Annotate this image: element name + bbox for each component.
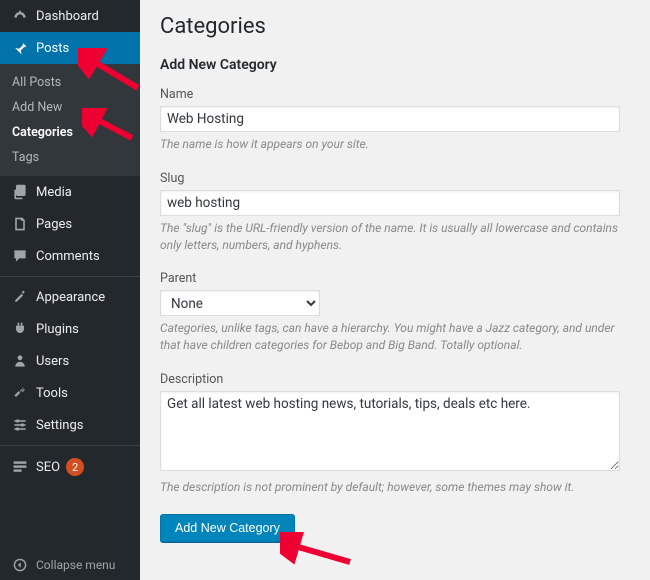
name-help: The name is how it appears on your site. — [160, 136, 620, 153]
description-field: Description The description is not promi… — [160, 372, 630, 496]
name-input[interactable] — [160, 106, 620, 132]
submenu-item-categories[interactable]: Categories — [0, 120, 140, 145]
sidebar-item-pages[interactable]: Pages — [0, 208, 140, 240]
sidebar-item-label: SEO — [36, 460, 60, 475]
appearance-icon — [10, 289, 30, 305]
posts-submenu: All Posts Add New Categories Tags — [0, 64, 140, 176]
submenu-item-add-new[interactable]: Add New — [0, 95, 140, 120]
sidebar-item-label: Appearance — [36, 290, 105, 305]
parent-label: Parent — [160, 271, 630, 286]
slug-input[interactable] — [160, 190, 620, 216]
sidebar-item-media[interactable]: Media — [0, 176, 140, 208]
sidebar-item-label: Settings — [36, 418, 83, 433]
sidebar-item-comments[interactable]: Comments — [0, 240, 140, 272]
collapse-label: Collapse menu — [36, 558, 115, 572]
sidebar-item-users[interactable]: Users — [0, 345, 140, 377]
media-icon — [10, 184, 30, 200]
parent-help: Categories, unlike tags, can have a hier… — [160, 320, 620, 354]
main-content: Categories Add New Category Name The nam… — [140, 0, 650, 580]
admin-sidebar: Dashboard Posts All Posts Add New Catego… — [0, 0, 140, 580]
plugins-icon — [10, 321, 30, 337]
parent-field: Parent None Categories, unlike tags, can… — [160, 271, 630, 354]
dashboard-icon — [10, 8, 30, 24]
parent-select[interactable]: None — [160, 290, 320, 316]
sidebar-item-label: Dashboard — [36, 9, 99, 24]
slug-label: Slug — [160, 171, 630, 186]
sidebar-item-posts[interactable]: Posts — [0, 32, 140, 64]
sidebar-item-tools[interactable]: Tools — [0, 377, 140, 409]
users-icon — [10, 353, 30, 369]
sidebar-item-appearance[interactable]: Appearance — [0, 281, 140, 313]
sidebar-item-label: Tools — [36, 386, 68, 401]
submenu-item-tags[interactable]: Tags — [0, 145, 140, 170]
submenu-item-all-posts[interactable]: All Posts — [0, 70, 140, 95]
sidebar-item-label: Users — [36, 354, 69, 369]
collapse-icon — [10, 558, 30, 572]
sidebar-item-label: Pages — [36, 217, 72, 232]
sidebar-item-settings[interactable]: Settings — [0, 409, 140, 441]
pages-icon — [10, 216, 30, 232]
comments-icon — [10, 248, 30, 264]
name-field: Name The name is how it appears on your … — [160, 87, 630, 153]
sidebar-item-seo[interactable]: SEO 2 — [0, 450, 140, 484]
pin-icon — [10, 40, 30, 56]
slug-help: The "slug" is the URL-friendly version o… — [160, 220, 620, 254]
section-heading: Add New Category — [160, 57, 630, 73]
sidebar-item-label: Posts — [36, 41, 69, 56]
sidebar-item-dashboard[interactable]: Dashboard — [0, 0, 140, 32]
description-textarea[interactable] — [160, 391, 620, 471]
page-title: Categories — [160, 14, 630, 39]
collapse-menu-button[interactable]: Collapse menu — [0, 550, 140, 580]
settings-icon — [10, 417, 30, 433]
description-label: Description — [160, 372, 630, 387]
sidebar-item-label: Plugins — [36, 322, 79, 337]
name-label: Name — [160, 87, 630, 102]
sidebar-item-plugins[interactable]: Plugins — [0, 313, 140, 345]
update-badge: 2 — [66, 458, 84, 476]
tools-icon — [10, 385, 30, 401]
sidebar-item-label: Comments — [36, 249, 100, 264]
seo-icon — [10, 459, 30, 475]
description-help: The description is not prominent by defa… — [160, 479, 620, 496]
slug-field: Slug The "slug" is the URL-friendly vers… — [160, 171, 630, 254]
sidebar-item-label: Media — [36, 185, 72, 200]
add-new-category-button[interactable]: Add New Category — [160, 514, 295, 542]
